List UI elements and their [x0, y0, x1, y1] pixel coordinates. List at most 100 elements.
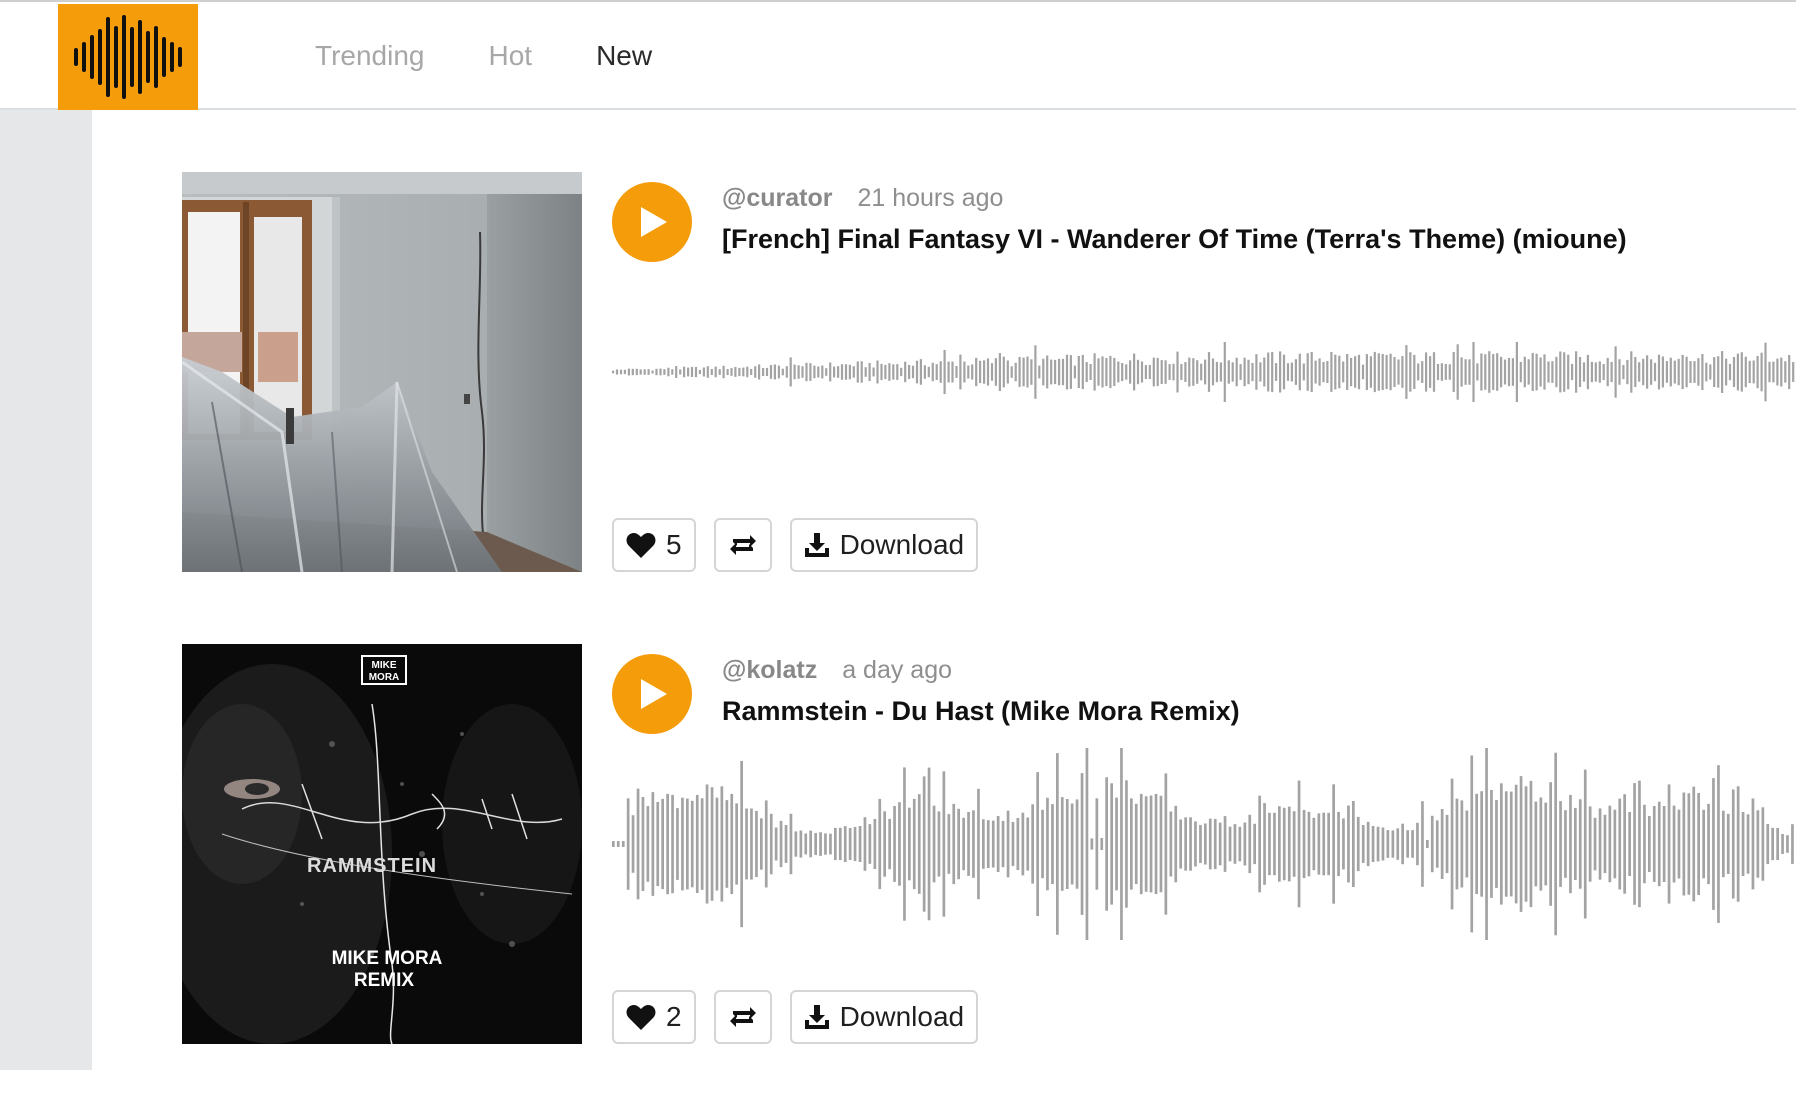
waveform-bar	[1764, 342, 1767, 402]
waveform-bar	[1776, 828, 1779, 860]
waveform-bar	[1352, 801, 1355, 887]
waveform-bar	[1527, 359, 1530, 385]
waveform-bar	[1109, 355, 1112, 389]
track-title[interactable]: Rammstein - Du Hast (Mike Mora Remix)	[722, 696, 1240, 727]
logo-bar	[90, 35, 94, 79]
waveform-bar	[1317, 813, 1321, 875]
waveform-bar	[1511, 358, 1514, 386]
waveform-bar	[1712, 778, 1715, 910]
waveform-bar	[641, 797, 645, 891]
waveform-bar	[1136, 359, 1140, 385]
waveform-bar	[1468, 359, 1471, 385]
waveform-bar	[1060, 797, 1064, 891]
track-waveform[interactable]	[612, 342, 1796, 402]
waveform-bar	[1559, 801, 1562, 887]
waveform-bar	[1539, 797, 1543, 891]
track-user-link[interactable]: @kolatz	[722, 656, 817, 684]
waveform-bar	[1054, 359, 1057, 385]
waveform-bar	[853, 826, 857, 862]
waveform-bar	[1440, 809, 1444, 879]
waveform-bar	[1097, 358, 1100, 386]
track-cover-image[interactable]	[182, 172, 582, 572]
waveform-bar	[1409, 352, 1412, 392]
waveform-bar	[1002, 356, 1005, 388]
waveform-bar	[1227, 360, 1230, 384]
waveform-bar	[844, 364, 848, 380]
waveform-bar	[1204, 823, 1207, 865]
waveform-bar	[764, 800, 768, 888]
waveform-bar	[1051, 804, 1054, 884]
waveform-bar	[1445, 814, 1449, 874]
tab-trending[interactable]: Trending	[315, 40, 424, 72]
waveform-bar	[1744, 356, 1747, 388]
waveform-bar	[1583, 769, 1587, 919]
track-cover-image[interactable]: MIKE MORA RAMMSTEIN MIKE MORA REMIX	[182, 644, 582, 1044]
download-button[interactable]: Download	[789, 990, 979, 1044]
like-button[interactable]: 2	[612, 990, 696, 1044]
waveform-bar	[1334, 354, 1337, 390]
tab-hot[interactable]: Hot	[488, 40, 532, 72]
waveform-bar	[829, 833, 832, 855]
like-button[interactable]: 5	[612, 518, 696, 572]
waveform-bar	[1496, 353, 1499, 391]
waveform-bar	[838, 827, 842, 861]
tab-new[interactable]: New	[596, 40, 652, 72]
waveform-bar	[1046, 797, 1049, 891]
waveform-bar	[1258, 795, 1261, 893]
app-logo[interactable]	[58, 4, 198, 110]
waveform-bar	[1717, 765, 1720, 923]
waveform-bar	[1429, 356, 1432, 388]
waveform-bar	[1075, 799, 1079, 889]
waveform-bar	[1411, 830, 1414, 858]
waveform-bar	[1192, 358, 1195, 386]
track-title[interactable]: [French] Final Fantasy VI - Wanderer Of …	[722, 224, 1627, 255]
play-button[interactable]	[612, 182, 692, 262]
heart-icon	[626, 1005, 656, 1030]
waveform-bar	[1314, 360, 1317, 384]
repost-button[interactable]	[713, 518, 772, 572]
waveform-bar	[797, 365, 800, 379]
track-waveform[interactable]	[612, 744, 1796, 944]
waveform-bar	[1263, 357, 1266, 387]
waveform-bar	[1046, 355, 1049, 389]
waveform-bar	[612, 370, 615, 374]
track-feed: @curator 21 hours ago [French] Final Fan…	[182, 172, 1796, 1116]
logo-bar	[154, 26, 158, 88]
waveform-bar	[626, 798, 630, 890]
download-button[interactable]: Download	[789, 518, 979, 572]
logo-bar	[130, 27, 134, 87]
track-meta: @kolatz a day ago	[722, 656, 952, 685]
waveform-bar	[1682, 792, 1686, 896]
waveform-bar	[1297, 780, 1301, 908]
waveform-bar	[1174, 805, 1178, 883]
waveform-bar	[1199, 825, 1202, 863]
waveform-bar	[888, 363, 891, 381]
waveform-bar	[994, 358, 997, 386]
waveform-bar	[1507, 358, 1511, 387]
waveform-bar	[962, 817, 965, 871]
waveform-bar	[1626, 359, 1629, 385]
waveform-bar	[942, 771, 946, 917]
waveform-bar	[1371, 826, 1375, 862]
waveform-bar	[1436, 364, 1440, 381]
logo-bar	[114, 26, 118, 88]
waveform-bar	[1278, 806, 1281, 882]
waveform-bar	[631, 368, 634, 376]
waveform-bar	[671, 369, 674, 375]
waveform-bar	[1061, 358, 1065, 386]
waveform-bar	[758, 364, 761, 380]
repost-button[interactable]	[713, 990, 772, 1044]
play-icon	[641, 207, 667, 237]
waveform-bar	[1268, 812, 1271, 876]
cover-logo-text: MIKE	[372, 660, 397, 671]
waveform-bar	[1018, 357, 1021, 387]
waveform-bar	[794, 831, 798, 857]
waveform-bar	[1095, 798, 1099, 890]
waveform-bar	[627, 368, 630, 376]
track-user-link[interactable]: @curator	[722, 184, 833, 212]
waveform-bar	[840, 364, 844, 380]
waveform-bar	[1253, 823, 1256, 865]
waveform-bar	[1243, 357, 1246, 387]
waveform-bar	[1357, 354, 1361, 390]
play-button[interactable]	[612, 654, 692, 734]
